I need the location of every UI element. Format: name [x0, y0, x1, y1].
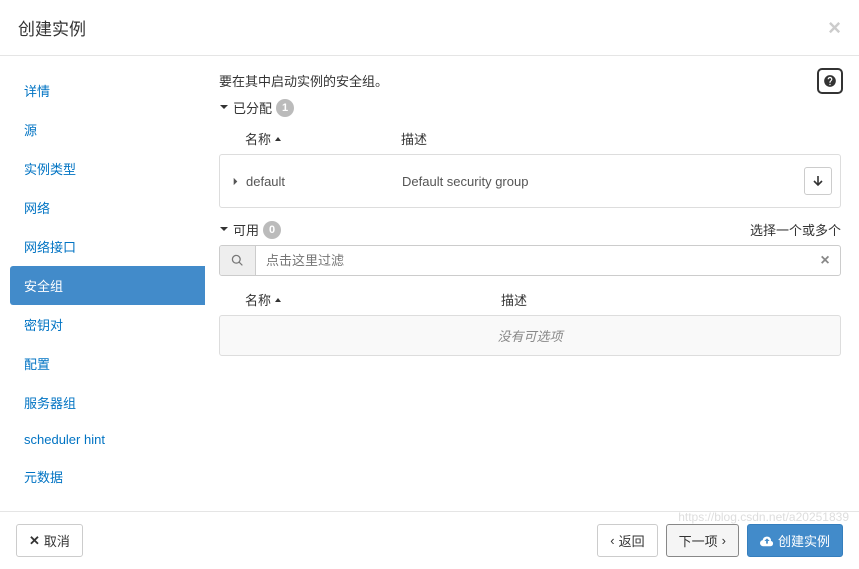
cancel-button[interactable]: ✕ 取消	[16, 524, 83, 557]
col-name-header[interactable]: 名称	[245, 129, 401, 148]
col-desc-header[interactable]: 描述	[501, 290, 841, 309]
chevron-right-icon	[231, 177, 240, 186]
select-hint: 选择一个或多个	[750, 220, 841, 239]
col-desc-header[interactable]: 描述	[401, 129, 841, 148]
modal-footer: ✕ 取消 ‹ 返回 下一项 › 创建实例	[0, 511, 859, 569]
sidebar-item-network-ports[interactable]: 网络接口	[10, 227, 205, 266]
help-icon	[823, 74, 837, 88]
next-button[interactable]: 下一项 ›	[666, 524, 739, 557]
chevron-left-icon: ‹	[610, 533, 614, 548]
sidebar-item-metadata[interactable]: 元数据	[10, 457, 205, 496]
cloud-upload-icon	[760, 534, 774, 548]
allocated-label: 已分配	[233, 98, 272, 117]
available-label: 可用	[233, 220, 259, 239]
sidebar-item-details[interactable]: 详情	[10, 71, 205, 110]
search-icon	[231, 254, 244, 267]
sidebar-item-keypair[interactable]: 密钥对	[10, 305, 205, 344]
available-columns: 名称 描述	[219, 284, 841, 315]
sidebar-item-security-groups[interactable]: 安全组	[10, 266, 205, 305]
filter-clear-button[interactable]: ×	[810, 246, 840, 275]
description-text: 要在其中启动实例的安全组。	[219, 71, 841, 90]
available-count-badge: 0	[263, 221, 281, 239]
available-empty: 没有可选项	[219, 315, 841, 356]
allocated-columns: 名称 描述	[219, 123, 841, 154]
allocated-count-badge: 1	[276, 99, 294, 117]
x-icon: ✕	[29, 533, 40, 549]
launch-button[interactable]: 创建实例	[747, 524, 843, 557]
expand-chevron[interactable]	[224, 177, 246, 186]
allocated-item-row: default Default security group	[219, 154, 841, 208]
sort-caret-icon	[274, 131, 282, 146]
close-icon[interactable]: ×	[828, 17, 841, 39]
filter-input[interactable]	[256, 246, 810, 275]
sidebar-item-flavor[interactable]: 实例类型	[10, 149, 205, 188]
sidebar-item-networks[interactable]: 网络	[10, 188, 205, 227]
back-button[interactable]: ‹ 返回	[597, 524, 657, 557]
help-button[interactable]	[817, 68, 843, 94]
modal-title: 创建实例	[18, 15, 86, 40]
chevron-down-icon	[219, 222, 229, 237]
search-icon-box	[220, 246, 256, 275]
col-name-header[interactable]: 名称	[245, 290, 501, 309]
item-desc: Default security group	[402, 174, 804, 189]
filter-box: ×	[219, 245, 841, 276]
sidebar-item-scheduler-hint[interactable]: scheduler hint	[10, 422, 205, 457]
allocated-header[interactable]: 已分配 1	[219, 98, 841, 117]
item-name: default	[246, 174, 402, 189]
sort-caret-icon	[274, 292, 282, 307]
arrow-down-icon	[812, 175, 824, 187]
sidebar-item-configuration[interactable]: 配置	[10, 344, 205, 383]
available-header[interactable]: 可用 0 选择一个或多个	[219, 220, 841, 239]
content-panel: 要在其中启动实例的安全组。 已分配 1 名称 描述 default Defaul…	[205, 56, 859, 511]
chevron-down-icon	[219, 100, 229, 115]
sidebar-item-source[interactable]: 源	[10, 110, 205, 149]
chevron-right-icon: ›	[722, 533, 726, 548]
sidebar-item-server-groups[interactable]: 服务器组	[10, 383, 205, 422]
move-down-button[interactable]	[804, 167, 832, 195]
sidebar: 详情 源 实例类型 网络 网络接口 安全组 密钥对 配置 服务器组 schedu…	[0, 56, 205, 511]
